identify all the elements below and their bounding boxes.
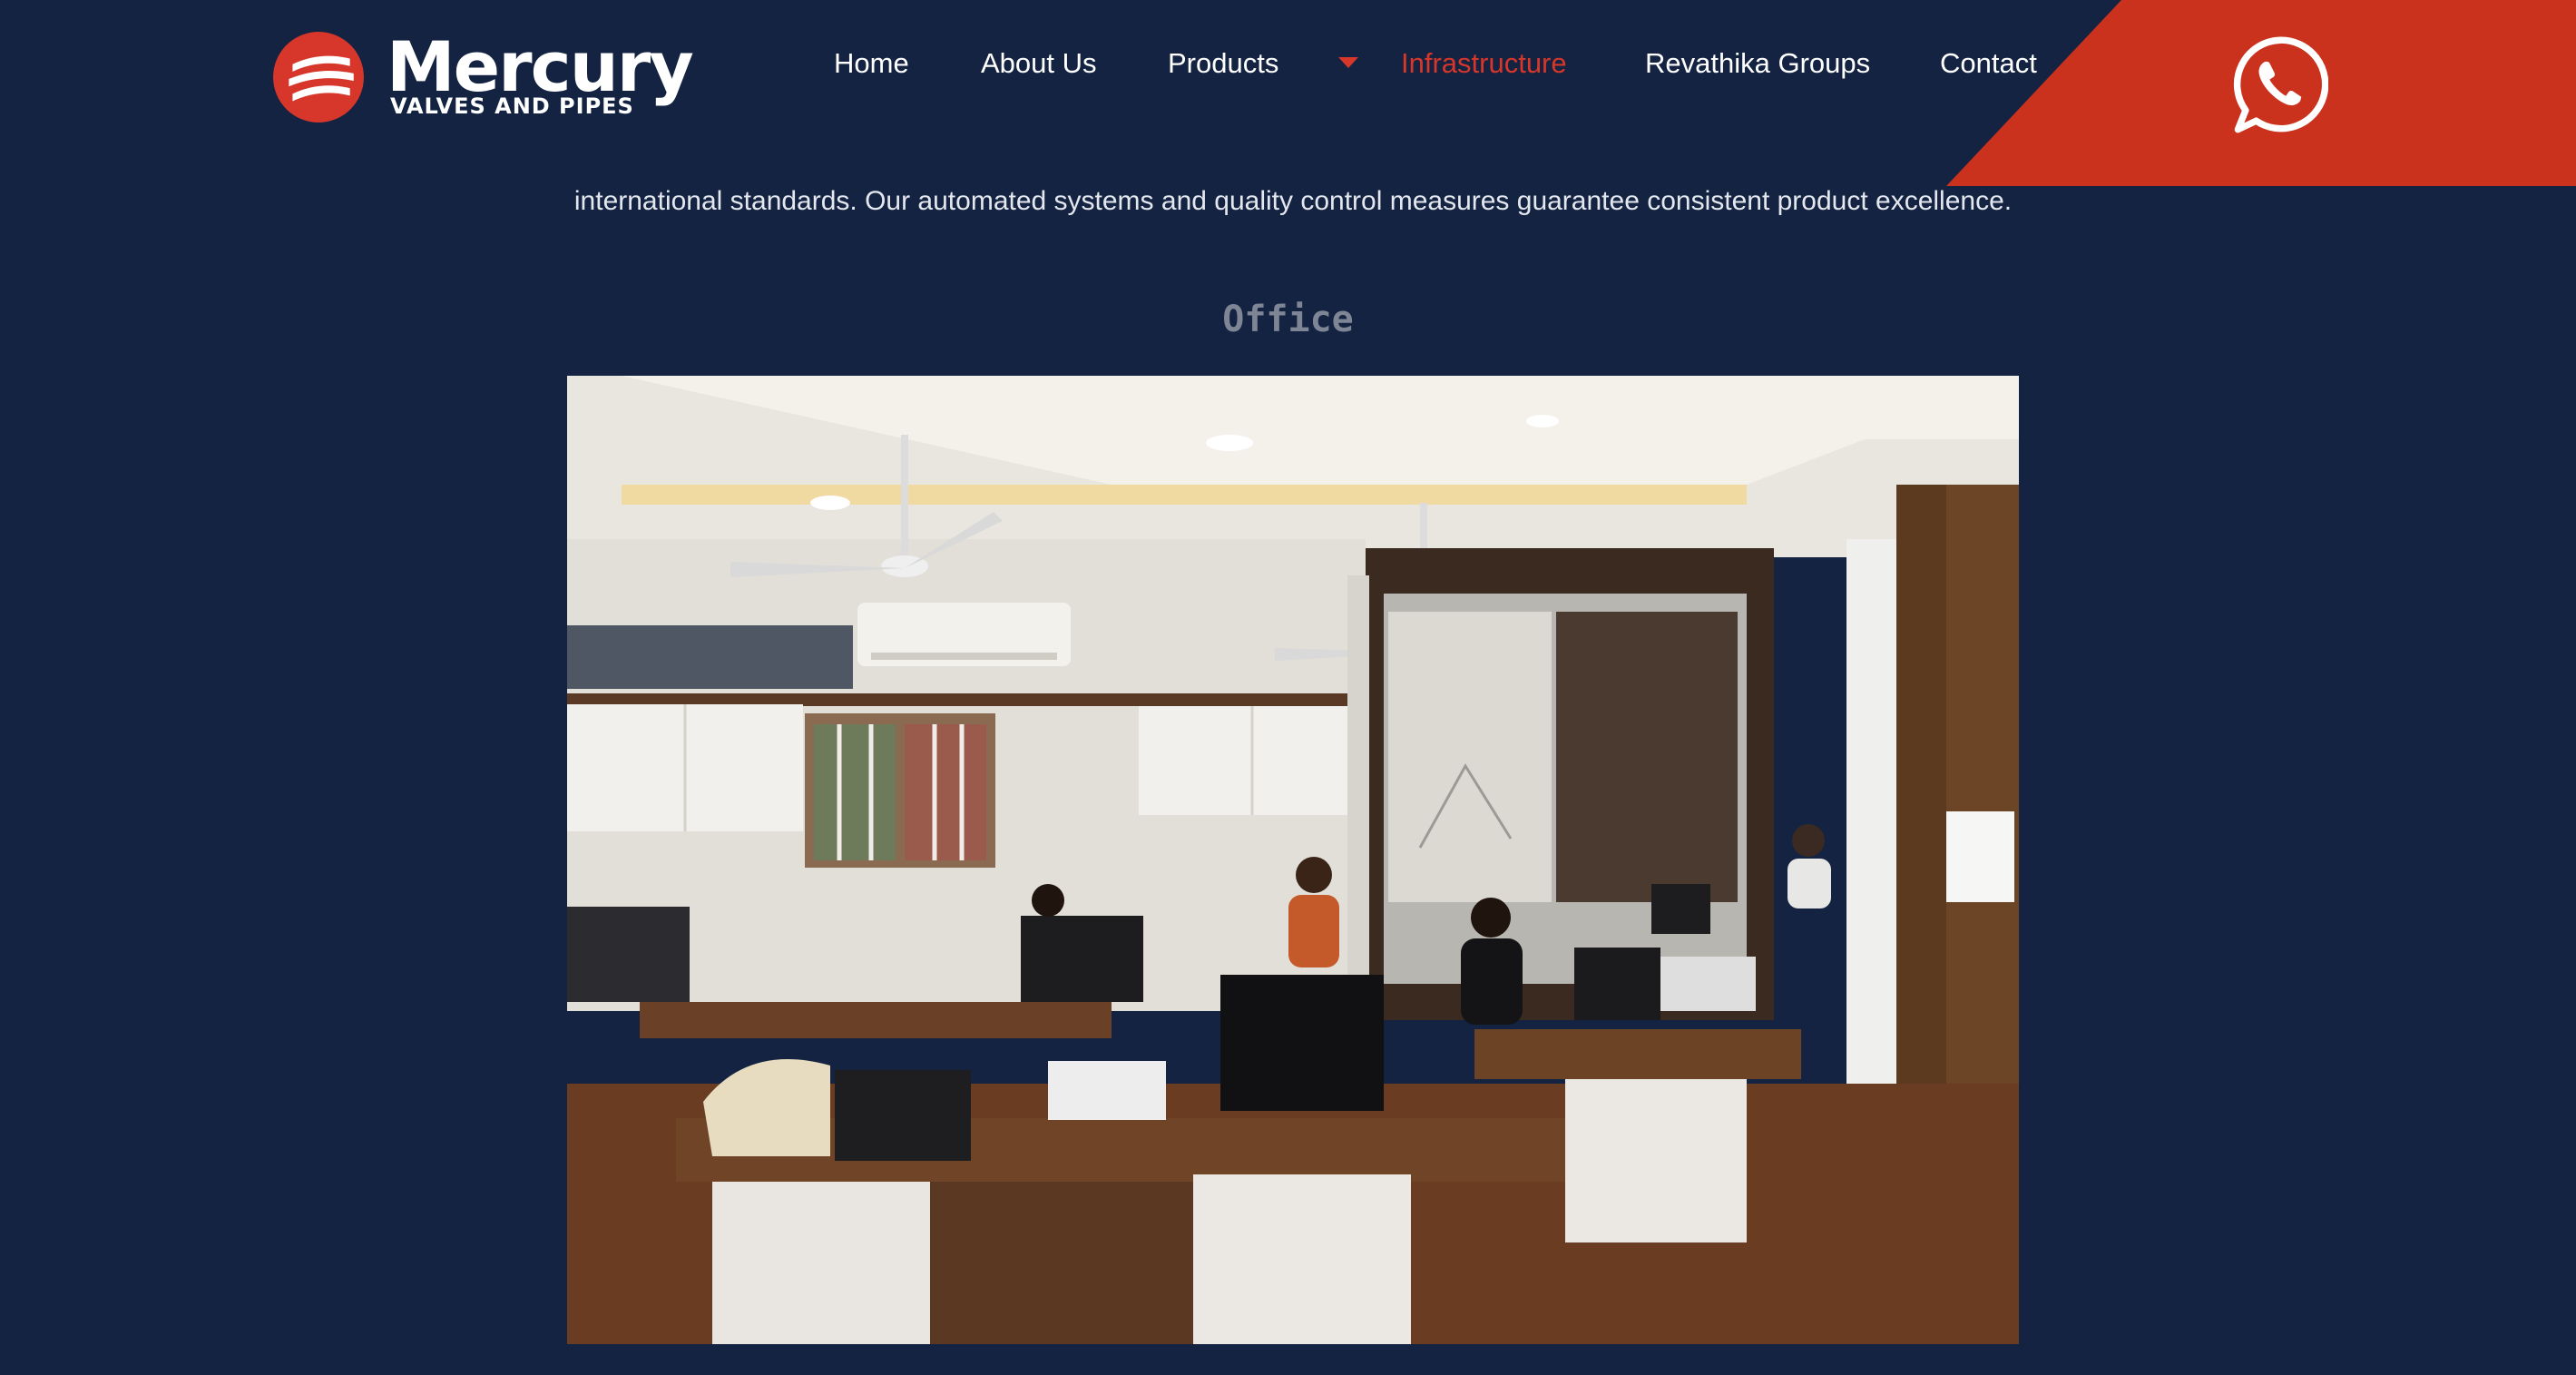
whatsapp-icon[interactable] (2232, 36, 2328, 134)
brand-tagline: VALVES AND PIPES (390, 93, 634, 119)
mercury-logo-icon (273, 32, 364, 123)
nav-home[interactable]: Home (834, 40, 909, 87)
caret-down-icon[interactable] (1338, 57, 1358, 68)
office-interior-photo (567, 376, 2019, 1344)
nav-about-us[interactable]: About Us (981, 40, 1097, 87)
nav-revathika-groups[interactable]: Revathika Groups (1645, 40, 1870, 87)
nav-products[interactable]: Products (1168, 40, 1278, 87)
brand-logo[interactable]: Mercury VALVES AND PIPES (272, 27, 694, 127)
section-title: Office (1222, 299, 1354, 340)
nav-infrastructure[interactable]: Infrastructure (1401, 40, 1567, 87)
intro-text: international standards. Our automated s… (573, 186, 2013, 216)
